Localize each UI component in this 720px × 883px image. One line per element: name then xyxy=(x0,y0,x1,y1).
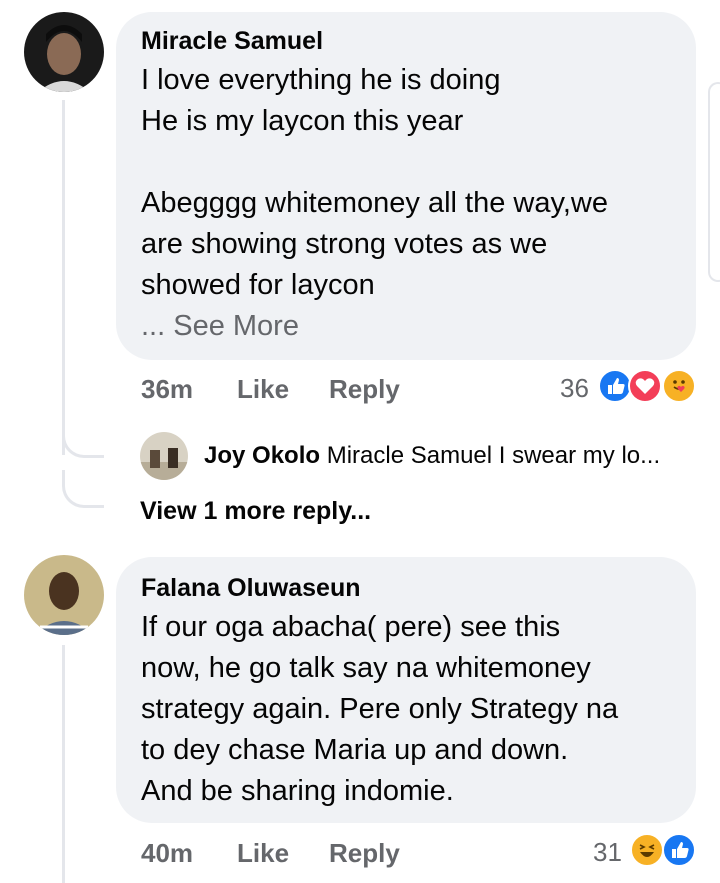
avatar[interactable] xyxy=(24,12,104,92)
comment-text-line: to dey chase Maria up and down. xyxy=(141,734,569,766)
comment-actions: 36m Like Reply xyxy=(141,374,461,406)
comment-text-line: are showing strong votes as we xyxy=(141,228,548,260)
reaction-count[interactable]: 31 xyxy=(593,837,622,868)
reaction-count[interactable]: 36 xyxy=(560,373,589,404)
comment-text-line: And be sharing indomie. xyxy=(141,775,454,807)
comment-text-line: I love everything he is doing xyxy=(141,64,501,96)
adjacent-card-edge xyxy=(708,82,720,282)
comment-text-line: He is my laycon this year xyxy=(141,105,464,137)
reply-button[interactable]: Reply xyxy=(329,374,400,405)
comment-actions: 40m Like Reply xyxy=(141,838,461,870)
thread-connector xyxy=(62,470,104,508)
comment-text-line: Abegggg whitemoney all the way,we xyxy=(141,187,608,219)
reply-preview[interactable]: Joy Okolo Miracle Samuel I swear my lo..… xyxy=(204,442,660,470)
comment-time: 36m xyxy=(141,374,194,404)
comment-text-line: strategy again. Pere only Strategy na xyxy=(141,693,619,725)
comment-bubble[interactable]: Falana Oluwaseun If our oga abacha( pere… xyxy=(116,557,696,823)
view-more-replies-link[interactable]: View 1 more reply... xyxy=(140,497,371,526)
like-button[interactable]: Like xyxy=(237,838,289,869)
thread-line xyxy=(62,645,65,883)
reply-author[interactable]: Joy Okolo xyxy=(204,442,320,469)
comment-bubble[interactable]: Miracle Samuel I love everything he is d… xyxy=(116,12,696,360)
reply-button[interactable]: Reply xyxy=(329,838,400,869)
thread-line xyxy=(62,100,65,455)
love-icon[interactable] xyxy=(628,369,662,403)
comment-author[interactable]: Miracle Samuel xyxy=(141,26,672,56)
comment-time: 40m xyxy=(141,838,194,868)
haha-icon[interactable] xyxy=(630,833,664,867)
comment-author[interactable]: Falana Oluwaseun xyxy=(141,573,672,603)
like-icon[interactable] xyxy=(662,833,696,867)
like-button[interactable]: Like xyxy=(237,374,289,405)
comment-text-line: showed for laycon xyxy=(141,269,375,301)
comment-text-line: If our oga abacha( pere) see this xyxy=(141,611,561,643)
reply-snippet: Miracle Samuel I swear my lo... xyxy=(326,442,661,469)
like-icon[interactable] xyxy=(598,369,632,403)
thread-connector xyxy=(62,420,104,458)
see-more-link[interactable]: ... See More xyxy=(141,306,672,347)
avatar[interactable] xyxy=(24,555,104,635)
care-icon[interactable] xyxy=(662,369,696,403)
comment-text-blank xyxy=(141,142,672,183)
avatar[interactable] xyxy=(140,432,188,480)
comment-text-line: now, he go talk say na whitemoney xyxy=(141,652,591,684)
